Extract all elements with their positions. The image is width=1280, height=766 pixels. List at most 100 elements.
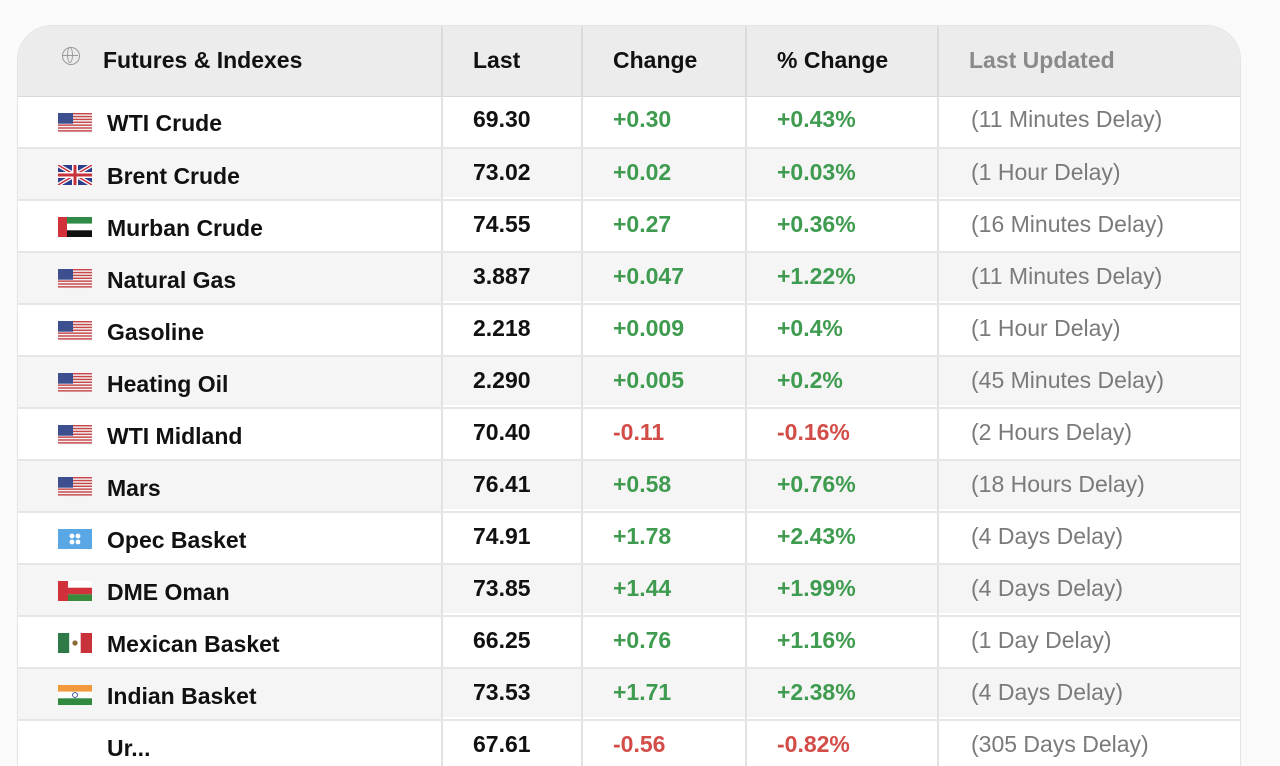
row-pct-change-value: +0.43% bbox=[746, 94, 939, 147]
row-last-value: 67.61 bbox=[442, 718, 583, 766]
header-futures-indexes-label: Futures & Indexes bbox=[103, 47, 303, 74]
header-last-updated[interactable]: Last Updated bbox=[938, 26, 1240, 97]
table-row[interactable]: Heating Oil 2.290 +0.005 +0.2% (45 Minutes D… bbox=[18, 354, 1240, 409]
row-last-value: 66.25 bbox=[442, 614, 583, 667]
opec-flag-icon bbox=[58, 529, 92, 550]
row-name-label[interactable]: Ur... bbox=[107, 735, 150, 761]
row-name-cell[interactable]: Opec Basket bbox=[18, 512, 443, 565]
row-last-updated-value: (4 Days Delay) bbox=[938, 562, 1240, 615]
table-body: WTI Crude 69.30 +0.30 +0.43% (11 Minutes Del… bbox=[18, 94, 1240, 766]
row-name-cell[interactable]: Heating Oil bbox=[18, 356, 443, 409]
row-name-label[interactable]: Gasoline bbox=[107, 319, 204, 345]
row-last-value: 69.30 bbox=[442, 94, 583, 147]
table-row[interactable]: Brent Crude 73.02 +0.02 +0.03% (1 Hour Delay… bbox=[18, 146, 1240, 201]
us-flag-icon bbox=[58, 269, 92, 290]
row-last-updated-value: (4 Days Delay) bbox=[938, 666, 1240, 719]
row-change-value: +0.30 bbox=[582, 94, 747, 147]
row-name-label[interactable]: Heating Oil bbox=[107, 371, 228, 397]
header-change[interactable]: Change bbox=[582, 26, 747, 97]
row-last-value: 73.02 bbox=[442, 146, 583, 199]
futures-table: Futures & Indexes Last Change % Change L… bbox=[18, 26, 1240, 766]
row-name-cell[interactable]: Brent Crude bbox=[18, 148, 443, 201]
table-row[interactable]: WTI Crude 69.30 +0.30 +0.43% (11 Minutes Del… bbox=[18, 94, 1240, 149]
table-row[interactable]: Mexican Basket 66.25 +0.76 +1.16% (1 Day Del… bbox=[18, 614, 1240, 669]
row-last-updated-value: (11 Minutes Delay) bbox=[938, 94, 1240, 147]
row-change-value: +0.02 bbox=[582, 146, 747, 199]
row-name-label[interactable]: DME Oman bbox=[107, 579, 230, 605]
header-pct-change[interactable]: % Change bbox=[746, 26, 939, 97]
row-name-cell[interactable]: WTI Midland bbox=[18, 408, 443, 461]
row-name-cell[interactable]: Mars bbox=[18, 460, 443, 513]
table-row[interactable]: Ur... 67.61 -0.56 -0.82% (305 Days Delay) bbox=[18, 718, 1240, 766]
row-name-label[interactable]: Opec Basket bbox=[107, 527, 246, 553]
row-last-value: 73.85 bbox=[442, 562, 583, 615]
row-change-value: +0.047 bbox=[582, 250, 747, 303]
row-name-cell[interactable]: DME Oman bbox=[18, 564, 443, 617]
row-pct-change-value: +1.22% bbox=[746, 250, 939, 303]
row-last-value: 76.41 bbox=[442, 458, 583, 511]
row-name-label[interactable]: Mars bbox=[107, 475, 161, 501]
row-change-value: +0.009 bbox=[582, 302, 747, 355]
row-last-updated-value: (1 Hour Delay) bbox=[938, 302, 1240, 355]
row-last-value: 74.91 bbox=[442, 510, 583, 563]
row-pct-change-value: +0.03% bbox=[746, 146, 939, 199]
row-change-value: +0.76 bbox=[582, 614, 747, 667]
table-row[interactable]: WTI Midland 70.40 -0.11 -0.16% (2 Hours Dela… bbox=[18, 406, 1240, 461]
row-name-cell[interactable]: WTI Crude bbox=[18, 96, 443, 149]
row-pct-change-value: -0.82% bbox=[746, 718, 939, 766]
row-last-value: 73.53 bbox=[442, 666, 583, 719]
row-name-label[interactable]: Mexican Basket bbox=[107, 631, 280, 657]
row-pct-change-value: +1.16% bbox=[746, 614, 939, 667]
row-change-value: -0.56 bbox=[582, 718, 747, 766]
row-name-label[interactable]: WTI Midland bbox=[107, 423, 242, 449]
row-name-cell[interactable]: Gasoline bbox=[18, 304, 443, 357]
row-name-label[interactable]: Indian Basket bbox=[107, 683, 257, 709]
row-last-updated-value: (1 Hour Delay) bbox=[938, 146, 1240, 199]
row-change-value: +0.005 bbox=[582, 354, 747, 407]
row-pct-change-value: +0.36% bbox=[746, 198, 939, 251]
row-last-updated-value: (16 Minutes Delay) bbox=[938, 198, 1240, 251]
row-name-cell[interactable]: Indian Basket bbox=[18, 668, 443, 721]
row-last-updated-value: (45 Minutes Delay) bbox=[938, 354, 1240, 407]
row-pct-change-value: +1.99% bbox=[746, 562, 939, 615]
header-futures-indexes[interactable]: Futures & Indexes bbox=[18, 26, 443, 97]
table-header: Futures & Indexes Last Change % Change L… bbox=[18, 26, 1240, 97]
row-pct-change-value: +0.2% bbox=[746, 354, 939, 407]
uk-flag-icon bbox=[58, 165, 92, 186]
row-name-cell[interactable]: Murban Crude bbox=[18, 200, 443, 253]
us-flag-icon bbox=[58, 425, 92, 446]
row-pct-change-value: +0.76% bbox=[746, 458, 939, 511]
futures-table-card: Futures & Indexes Last Change % Change L… bbox=[18, 26, 1240, 766]
table-row[interactable]: DME Oman 73.85 +1.44 +1.99% (4 Days Delay) bbox=[18, 562, 1240, 617]
row-change-value: +0.58 bbox=[582, 458, 747, 511]
row-pct-change-value: +0.4% bbox=[746, 302, 939, 355]
row-last-updated-value: (305 Days Delay) bbox=[938, 718, 1240, 766]
header-last[interactable]: Last bbox=[442, 26, 583, 97]
row-change-value: +1.71 bbox=[582, 666, 747, 719]
header-row: Futures & Indexes Last Change % Change L… bbox=[18, 26, 1240, 97]
row-name-cell[interactable]: Mexican Basket bbox=[18, 616, 443, 669]
row-name-cell[interactable]: Natural Gas bbox=[18, 252, 443, 305]
row-name-label[interactable]: Brent Crude bbox=[107, 163, 240, 189]
row-name-label[interactable]: Murban Crude bbox=[107, 215, 263, 241]
row-last-value: 3.887 bbox=[442, 250, 583, 303]
table-row[interactable]: Gasoline 2.218 +0.009 +0.4% (1 Hour Delay) bbox=[18, 302, 1240, 357]
row-change-value: +0.27 bbox=[582, 198, 747, 251]
table-row[interactable]: Natural Gas 3.887 +0.047 +1.22% (11 Minutes … bbox=[18, 250, 1240, 305]
row-name-label[interactable]: Natural Gas bbox=[107, 267, 236, 293]
row-name-cell[interactable]: Ur... bbox=[18, 720, 443, 766]
row-last-value: 2.290 bbox=[442, 354, 583, 407]
table-row[interactable]: Mars 76.41 +0.58 +0.76% (18 Hours Delay) bbox=[18, 458, 1240, 513]
us-flag-icon bbox=[58, 113, 92, 134]
uae-flag-icon bbox=[58, 217, 92, 238]
table-row[interactable]: Murban Crude 74.55 +0.27 +0.36% (16 Minutes … bbox=[18, 198, 1240, 253]
table-row[interactable]: Indian Basket 73.53 +1.71 +2.38% (4 Days Del… bbox=[18, 666, 1240, 721]
us-flag-icon bbox=[58, 373, 92, 394]
india-flag-icon bbox=[58, 685, 92, 706]
row-pct-change-value: +2.38% bbox=[746, 666, 939, 719]
row-last-updated-value: (11 Minutes Delay) bbox=[938, 250, 1240, 303]
row-last-updated-value: (1 Day Delay) bbox=[938, 614, 1240, 667]
row-name-label[interactable]: WTI Crude bbox=[107, 110, 222, 136]
row-last-value: 70.40 bbox=[442, 406, 583, 459]
table-row[interactable]: Opec Basket 74.91 +1.78 +2.43% (4 Days Delay… bbox=[18, 510, 1240, 565]
